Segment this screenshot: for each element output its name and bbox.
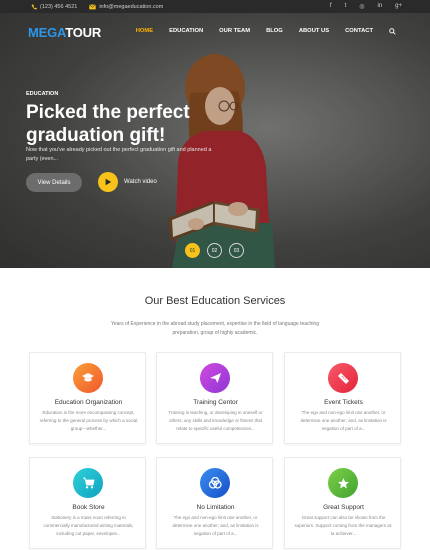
service-card-title: Great Support (323, 504, 364, 511)
service-card-text: Great support can also be shown from the… (294, 515, 393, 536)
service-card-text: The ego and non-ego limit one another, o… (172, 515, 259, 536)
top-bar: (123) 456 4521 info@megaeducation.com f … (0, 0, 430, 13)
service-card-great-support[interactable]: Great Support Great support can also be … (284, 457, 401, 549)
service-card-text: Stationery is a mass noun referring to c… (43, 515, 134, 536)
service-card-text: Training is teaching, or developing in o… (168, 410, 263, 431)
service-card-event-tickets[interactable]: Event Tickets The ego and non-ego limit … (284, 352, 401, 444)
services-subtitle: Years of Experience in the abroad study … (110, 321, 319, 336)
services-title: Our Best Education Services (144, 295, 286, 307)
phone-icon (31, 4, 37, 9)
contact-info: (123) 456 4521 info@megaeducation.com (0, 4, 163, 10)
watch-video-button[interactable]: Watch video (98, 172, 157, 192)
graduation-cap-icon (73, 363, 103, 393)
star-icon (328, 468, 358, 498)
shopping-cart-icon (73, 468, 103, 498)
envelope-icon (89, 3, 97, 9)
service-card-education-organization[interactable]: Education Organization Education is the … (29, 352, 146, 444)
phone-contact[interactable]: (123) 456 4521 (31, 4, 77, 10)
nav-menu: HOME EDUCATION OUR TEAM BLOG ABOUT US CO… (136, 28, 396, 35)
nav-item-about-us[interactable]: ABOUT US (299, 28, 329, 35)
social-links: f t ◎ in g+ (330, 3, 430, 10)
service-card-text: Education is the more encompassing conce… (39, 410, 138, 431)
hero-slider: EDUCATION Picked the perfect graduation … (0, 13, 430, 268)
watch-video-label: Watch video (124, 179, 157, 185)
service-card-book-store[interactable]: Book Store Stationery is a mass noun ref… (29, 457, 146, 549)
nav-item-contact[interactable]: CONTACT (345, 28, 373, 35)
service-card-title: Education Organization (54, 399, 123, 406)
nav-item-education[interactable]: EDUCATION (169, 28, 203, 35)
phone-number: (123) 456 4521 (40, 3, 78, 10)
logo-text-mega: MEGA (28, 25, 66, 40)
nav-item-blog[interactable]: BLOG (266, 28, 283, 35)
nav-item-home[interactable]: HOME (136, 28, 153, 35)
hero-category: EDUCATION (26, 91, 59, 97)
hero-title: Picked the perfect graduation gift! (26, 102, 190, 146)
slide-dot-2[interactable]: 02 (207, 243, 222, 258)
linkedin-icon[interactable]: in (377, 3, 382, 10)
email-address: info@megaeducation.com (99, 3, 164, 10)
coins-icon (200, 468, 230, 498)
ticket-icon (328, 363, 358, 393)
slide-dot-1[interactable]: 01 (185, 243, 200, 258)
view-details-button[interactable]: View Details (26, 173, 82, 192)
logo-text-tour: TOUR (65, 25, 102, 40)
hero-description: Now that you've already picked out the p… (26, 147, 212, 162)
play-icon[interactable] (98, 172, 118, 192)
service-card-title: Training Centor (193, 399, 238, 406)
twitter-icon[interactable]: t (345, 3, 347, 10)
logo[interactable]: MEGATOUR (28, 25, 101, 40)
facebook-icon[interactable]: f (330, 3, 332, 10)
service-card-text: The ego and non-ego limit one another, o… (300, 410, 387, 431)
service-card-title: No Limitation (196, 504, 235, 511)
service-card-training-centor[interactable]: Training Centor Training is teaching, or… (156, 352, 273, 444)
service-card-no-limitation[interactable]: No Limitation The ego and non-ego limit … (156, 457, 273, 549)
paper-plane-icon (200, 363, 230, 393)
instagram-icon[interactable]: ◎ (359, 3, 364, 10)
email-contact[interactable]: info@megaeducation.com (89, 4, 163, 10)
slider-pagination: 01 02 03 (185, 243, 244, 258)
main-nav: MEGATOUR HOME EDUCATION OUR TEAM BLOG AB… (0, 13, 430, 50)
google-plus-icon[interactable]: g+ (395, 3, 402, 10)
slide-dot-3[interactable]: 03 (229, 243, 244, 258)
search-icon[interactable] (389, 28, 396, 35)
service-card-title: Book Store (72, 504, 105, 511)
nav-item-our-team[interactable]: OUR TEAM (219, 28, 250, 35)
service-card-title: Event Tickets (324, 399, 363, 406)
